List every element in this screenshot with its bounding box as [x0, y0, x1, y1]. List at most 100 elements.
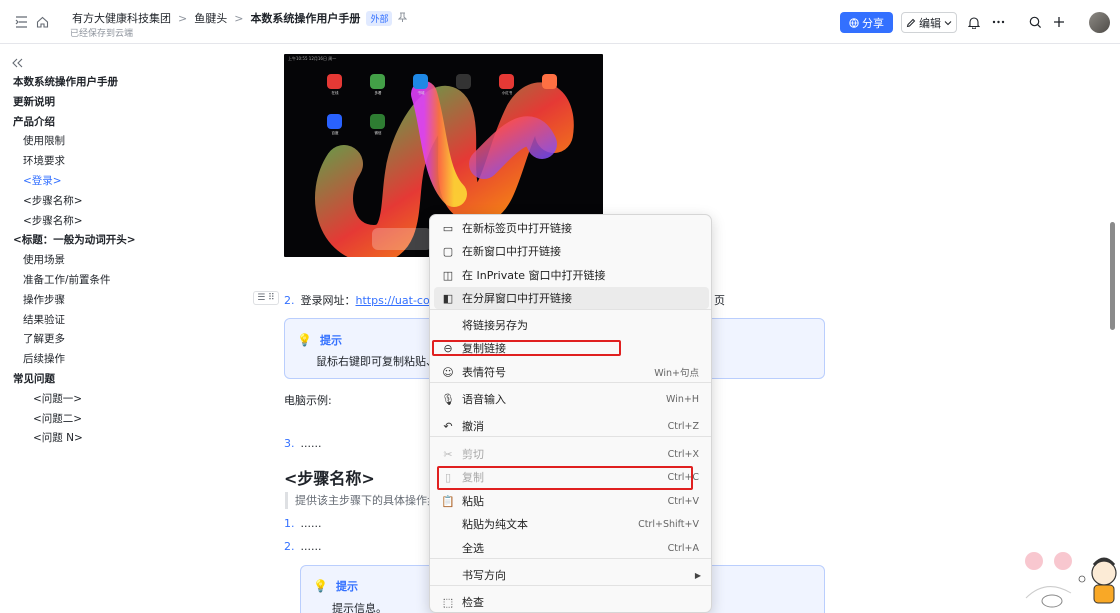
- save-status: 已经保存到云端: [70, 29, 134, 39]
- context-menu-item[interactable]: 全选 Ctrl+A: [434, 537, 709, 559]
- menu-shortcut: Ctrl+C: [667, 471, 700, 483]
- context-menu-item: ▯ 复制 Ctrl+C: [434, 466, 709, 488]
- lightbulb-icon: 💡: [313, 579, 328, 593]
- share-button[interactable]: 分享: [840, 12, 893, 33]
- step-3-line: 3.......: [284, 437, 321, 450]
- document-title[interactable]: 本数系统操作用户手册: [250, 10, 360, 26]
- step-text: 登录网址：: [300, 294, 356, 307]
- tablet-app-icon: [327, 74, 342, 89]
- chevron-down-icon: [944, 20, 952, 25]
- menu-separator: [430, 558, 711, 559]
- menu-item-label: 复制链接: [462, 342, 506, 355]
- tablet-app-label: 在线: [331, 91, 339, 95]
- menu-item-label: 粘贴为纯文本: [462, 518, 528, 531]
- menu-shortcut: Ctrl+X: [667, 448, 699, 460]
- collapse-outline-icon[interactable]: [12, 57, 23, 72]
- toc-item[interactable]: 使用限制: [0, 132, 200, 152]
- toc-item[interactable]: 操作步骤: [0, 291, 200, 311]
- context-menu-item[interactable]: ⊖ 复制链接: [434, 337, 709, 359]
- new-window-icon: ▢: [442, 244, 454, 258]
- lightbulb-icon: 💡: [297, 333, 312, 347]
- menu-item-label: 语音输入: [462, 393, 506, 406]
- toc-item[interactable]: <标题：一般为动词开头>: [0, 231, 200, 251]
- menu-item-label: 将链接另存为: [462, 319, 528, 332]
- context-menu-item[interactable]: ☺ 表情符号 Win+句点: [434, 361, 709, 383]
- tablet-status-bar: 上午10:55 12月16日 周一: [288, 56, 337, 61]
- context-menu-item[interactable]: ↶ 撤消 Ctrl+Z: [434, 415, 709, 437]
- toc-item[interactable]: 结果验证: [0, 311, 200, 331]
- search-icon[interactable]: [1027, 14, 1043, 30]
- tip-body: 鼠标右键即可复制粘贴、: [316, 355, 437, 368]
- context-menu-item[interactable]: 📋 粘贴 Ctrl+V: [434, 490, 709, 512]
- context-menu: ▭ 在新标签页中打开链接 ▢ 在新窗口中打开链接 ◫ 在 InPrivate 窗口中打开链…: [429, 214, 712, 613]
- toc-item[interactable]: <问题 N>: [0, 429, 200, 449]
- toc-item[interactable]: <问题一>: [0, 390, 200, 410]
- section-description: 提供该主步骤下的具体操作步: [285, 492, 438, 509]
- edit-mode-button[interactable]: 编辑: [901, 12, 957, 33]
- menu-separator: [430, 436, 711, 437]
- toc-item[interactable]: <问题二>: [0, 410, 200, 430]
- context-menu-item[interactable]: 🎙 语音输入 Win+H: [434, 388, 709, 410]
- context-menu-item[interactable]: ▭ 在新标签页中打开链接: [434, 217, 709, 239]
- context-menu-item[interactable]: ▢ 在新窗口中打开链接: [434, 240, 709, 262]
- more-icon[interactable]: [990, 14, 1006, 30]
- menu-shortcut: Ctrl+Z: [667, 420, 699, 432]
- bell-icon[interactable]: [966, 14, 982, 30]
- copy-icon: ▯: [444, 470, 452, 484]
- scrollbar-thumb[interactable]: [1110, 222, 1115, 330]
- scrollbar[interactable]: [1110, 50, 1116, 610]
- menu-item-label: 在分屏窗口中打开链接: [462, 292, 572, 305]
- step-text: ......: [300, 437, 322, 450]
- menu-item-label: 在 InPrivate 窗口中打开链接: [462, 269, 606, 282]
- plus-icon[interactable]: [1051, 14, 1067, 30]
- sidebar-toggle-icon[interactable]: [13, 14, 29, 30]
- toc-item[interactable]: 常见问题: [0, 370, 200, 390]
- step-number: 2.: [284, 294, 295, 307]
- context-menu-item[interactable]: 粘贴为纯文本 Ctrl+Shift+V: [434, 513, 709, 535]
- breadcrumb-item-org[interactable]: 有方大健康科技集团: [72, 10, 171, 26]
- pin-icon[interactable]: [398, 12, 408, 25]
- microphone-icon: 🎙: [441, 392, 455, 406]
- tip-body: 提示信息。: [332, 602, 387, 613]
- context-menu-item[interactable]: ◧ 在分屏窗口中打开链接: [434, 287, 709, 309]
- toc-item[interactable]: 后续操作: [0, 350, 200, 370]
- edit-label: 编辑: [919, 16, 941, 30]
- breadcrumb-separator: >: [234, 11, 244, 25]
- breadcrumb-item-folder[interactable]: 鱼腱头: [194, 10, 227, 26]
- breadcrumb-separator: >: [178, 11, 188, 25]
- toc-item[interactable]: <步骤名称>: [0, 192, 200, 212]
- menu-item-label: 在新标签页中打开链接: [462, 222, 572, 235]
- toc-item[interactable]: 了解更多: [0, 330, 200, 350]
- context-menu-item[interactable]: ⬚ 检查: [434, 591, 709, 613]
- toc-item[interactable]: 本数系统操作用户手册: [0, 73, 200, 93]
- share-label: 分享: [862, 16, 884, 30]
- context-menu-item[interactable]: 将链接另存为: [434, 314, 709, 336]
- menu-item-label: 表情符号: [462, 366, 506, 379]
- block-handle-icon[interactable]: ☰ ⠿: [253, 291, 279, 305]
- avatar[interactable]: [1089, 12, 1110, 33]
- menu-separator: [430, 585, 711, 586]
- toc-item[interactable]: <登录>: [0, 172, 200, 192]
- step-number: 2.: [284, 540, 295, 553]
- toc-item[interactable]: <步骤名称>: [0, 212, 200, 232]
- toc-item[interactable]: 环境要求: [0, 152, 200, 172]
- menu-item-label: 全选: [462, 542, 484, 555]
- toc-item[interactable]: 使用场景: [0, 251, 200, 271]
- toc-item[interactable]: 产品介绍: [0, 113, 200, 133]
- menu-shortcut: Ctrl+A: [667, 542, 699, 554]
- top-bar: 有方大健康科技集团 > 鱼腱头 > 本数系统操作用户手册 外部 已经保存到云端 …: [0, 0, 1120, 44]
- step-number: 3.: [284, 437, 295, 450]
- home-icon[interactable]: [34, 14, 50, 30]
- toc-item[interactable]: 准备工作/前置条件: [0, 271, 200, 291]
- tablet-app-label: 小红书: [501, 91, 513, 95]
- step-number: 1.: [284, 517, 295, 530]
- step-text: ......: [300, 540, 322, 553]
- menu-item-label: 粘贴: [462, 495, 484, 508]
- menu-shortcut: Ctrl+V: [667, 495, 699, 507]
- tablet-app-label: 百度: [331, 131, 339, 135]
- context-menu-item[interactable]: ◫ 在 InPrivate 窗口中打开链接: [434, 264, 709, 286]
- context-menu-item[interactable]: 书写方向 ▶: [434, 564, 709, 586]
- tablet-app-label: 多看: [374, 91, 382, 95]
- menu-item-label: 复制: [462, 471, 484, 484]
- toc-item[interactable]: 更新说明: [0, 93, 200, 113]
